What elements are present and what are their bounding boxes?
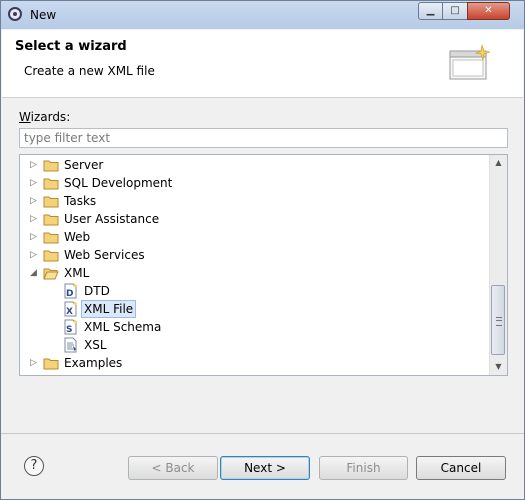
wizard-header: Select a wizard Create a new XML file (2, 30, 523, 98)
expand-arrow-icon[interactable]: ▷ (30, 177, 40, 189)
tree-item-xsl[interactable]: XSL (20, 336, 490, 354)
tree-item-examples[interactable]: ▷ Examples (20, 354, 490, 372)
page-description: Create a new XML file (24, 64, 155, 78)
tree-item-dtd[interactable]: D DTD (20, 282, 490, 300)
tree-scrollbar[interactable]: ▲ ▼ (489, 155, 507, 375)
new-wizard-dialog: New ▁ □ ✕ Select a wizard Create a new X… (0, 0, 525, 500)
xml-schema-icon: S (64, 319, 78, 335)
folder-icon (43, 250, 59, 262)
tree-item-label: XML File (81, 300, 137, 318)
tree-item-label: XML (64, 266, 90, 280)
window-title: New (30, 8, 57, 22)
expand-arrow-icon[interactable]: ▷ (30, 357, 40, 369)
scrollbar-thumb[interactable] (491, 285, 505, 355)
filter-input[interactable] (19, 128, 508, 148)
cancel-button[interactable]: Cancel (416, 456, 506, 480)
xml-file-icon: X (64, 301, 78, 317)
folder-open-icon (43, 268, 59, 280)
svg-text:D: D (66, 289, 73, 299)
expand-arrow-icon[interactable]: ▷ (30, 213, 40, 225)
tree-item-label: Web (64, 230, 91, 244)
folder-icon (43, 232, 59, 244)
tree-item-label: User Assistance (64, 212, 160, 226)
tree-item-tasks[interactable]: ▷ Tasks (20, 192, 490, 210)
wizards-label: Wizards: (19, 110, 71, 124)
tree-item-label: XML Schema (84, 320, 162, 334)
scroll-up-arrow-icon[interactable]: ▲ (490, 155, 507, 171)
tree-item-user-assistance[interactable]: ▷ User Assistance (20, 210, 490, 228)
tree-item-web-services[interactable]: ▷ Web Services (20, 246, 490, 264)
maximize-button[interactable]: □ (442, 2, 468, 20)
expand-arrow-icon[interactable]: ▷ (30, 231, 40, 243)
grip-icon (496, 317, 502, 326)
back-button[interactable]: < Back (128, 456, 218, 480)
tree-item-label: Tasks (64, 194, 97, 208)
collapse-arrow-icon[interactable]: ◢ (30, 267, 40, 279)
tree-item-label: Web Services (64, 248, 145, 262)
tree-item-label: Examples (64, 356, 123, 370)
help-icon[interactable]: ? (24, 456, 44, 476)
folder-icon (43, 358, 59, 370)
page-title: Select a wizard (15, 39, 127, 54)
expand-arrow-icon[interactable]: ▷ (30, 159, 40, 171)
minimize-button[interactable]: ▁ (418, 2, 443, 20)
folder-icon (43, 178, 59, 190)
tree-item-web[interactable]: ▷ Web (20, 228, 490, 246)
finish-button[interactable]: Finish (319, 456, 408, 480)
tree-item-xml-schema[interactable]: S XML Schema (20, 318, 490, 336)
tree-item-xml-file[interactable]: X XML File (20, 300, 490, 318)
tree-item-server[interactable]: ▷ Server (20, 156, 490, 174)
tree-item-sql-development[interactable]: ▷ SQL Development (20, 174, 490, 192)
close-button[interactable]: ✕ (467, 2, 510, 20)
tree-item-xml[interactable]: ◢ XML (20, 264, 490, 282)
tree-item-label: XSL (84, 338, 107, 352)
next-button[interactable]: Next > (220, 456, 310, 480)
xsl-file-icon (64, 337, 77, 353)
svg-text:S: S (66, 325, 72, 335)
eclipse-icon (8, 7, 22, 21)
tree-item-label: Server (64, 158, 104, 172)
wizard-banner-icon (449, 44, 490, 80)
wizard-tree: ▷ Server ▷ SQL Development ▷ Tasks ▷ Use… (19, 154, 508, 376)
folder-icon (43, 214, 59, 226)
tree-item-label: SQL Development (64, 176, 173, 190)
folder-icon (43, 196, 59, 208)
scroll-down-arrow-icon[interactable]: ▼ (490, 359, 507, 375)
expand-arrow-icon[interactable]: ▷ (30, 195, 40, 207)
folder-icon (43, 160, 59, 172)
title-bar[interactable]: New ▁ □ ✕ (1, 1, 524, 29)
tree-item-label: DTD (84, 284, 110, 298)
svg-text:X: X (66, 307, 73, 317)
dtd-file-icon: D (64, 283, 78, 299)
button-bar-separator (1, 433, 524, 434)
expand-arrow-icon[interactable]: ▷ (30, 249, 40, 261)
